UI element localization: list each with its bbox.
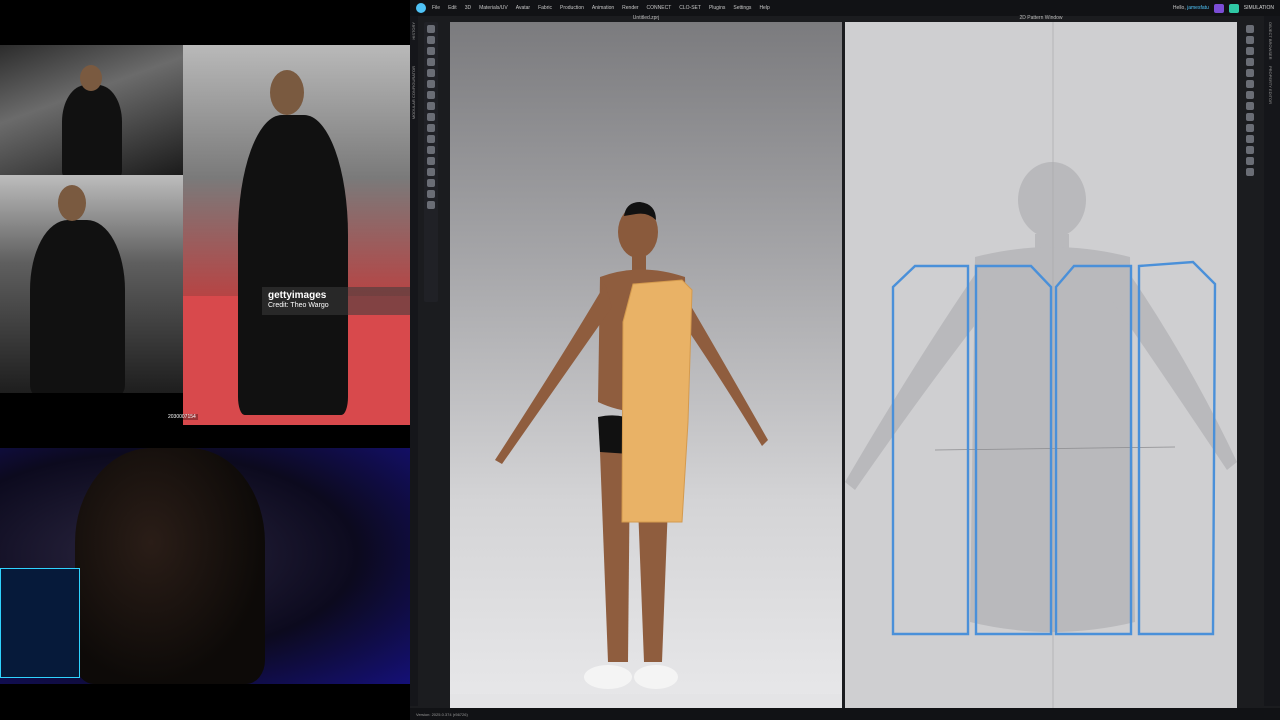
polygon-icon[interactable] — [427, 80, 435, 88]
user-greeting: Hello, jamesfatu — [1173, 5, 1209, 11]
menu-right: Hello, jamesfatu SIMULATION — [1173, 0, 1274, 16]
internal-line-icon[interactable] — [427, 113, 435, 121]
menu-production[interactable]: Production — [560, 5, 584, 11]
user-name[interactable]: jamesfatu — [1187, 5, 1209, 11]
reference-photo-red-carpet-3 — [0, 175, 183, 393]
menu-animation[interactable]: Animation — [592, 5, 614, 11]
transform-tool-icon[interactable] — [427, 36, 435, 44]
grading-icon[interactable] — [1246, 69, 1254, 77]
person-figure — [30, 220, 125, 393]
clo-set-icon[interactable] — [1228, 3, 1239, 13]
measure-icon[interactable] — [427, 201, 435, 209]
left-dock-strip: HISTORY MODULAR CONFIGURATOR — [410, 16, 418, 706]
sewing-icon[interactable] — [427, 124, 435, 132]
pattern-canvas — [845, 22, 1237, 708]
cut-icon[interactable] — [427, 69, 435, 77]
simulation-mode[interactable]: SIMULATION — [1244, 5, 1274, 11]
menu-fabric[interactable]: Fabric — [538, 5, 552, 11]
symmetry-icon[interactable] — [1246, 91, 1254, 99]
streamer-silhouette — [75, 448, 265, 684]
person-figure — [238, 115, 348, 415]
rectangle-icon[interactable] — [427, 91, 435, 99]
trim-icon[interactable] — [1246, 47, 1254, 55]
watermark-brand: gettyimages — [268, 290, 327, 301]
avatar-silhouette — [845, 162, 1237, 632]
3d-toolbar-left — [424, 22, 438, 302]
seam-allowance-icon[interactable] — [1246, 113, 1254, 121]
person-head — [80, 65, 102, 91]
menu-file[interactable]: File — [432, 5, 440, 11]
screen: gettyimages Credit: Theo Wargo 203000715… — [0, 0, 1280, 720]
property-editor-tab[interactable]: PROPERTY EDITOR — [1268, 66, 1273, 104]
version-text: Version: 2025.0.374 (r56726) — [416, 711, 468, 717]
app-logo-icon — [416, 3, 426, 13]
menu-materials-uv[interactable]: Materials/UV — [479, 5, 508, 11]
status-bar: Version: 2025.0.374 (r56726) — [410, 708, 1280, 720]
topstitch-icon[interactable] — [427, 190, 435, 198]
elastic-icon[interactable] — [1246, 135, 1254, 143]
right-toolbar — [1238, 22, 1262, 708]
fabric-icon[interactable] — [1246, 36, 1254, 44]
texture-icon[interactable] — [427, 157, 435, 165]
graphic-icon[interactable] — [1246, 58, 1254, 66]
ruler-icon[interactable] — [1246, 157, 1254, 165]
avatar-render — [495, 202, 768, 689]
person-head — [270, 70, 304, 115]
notch-icon[interactable] — [1246, 102, 1254, 110]
menu-avatar[interactable]: Avatar — [516, 5, 530, 11]
menu-plugins[interactable]: Plugins — [709, 5, 725, 11]
button-tool-icon[interactable] — [427, 168, 435, 176]
person-head — [58, 185, 86, 221]
fabric-panel-3d[interactable] — [621, 279, 693, 523]
binding-icon[interactable] — [1246, 146, 1254, 154]
menu-clo-set[interactable]: CLO-SET — [679, 5, 701, 11]
menu-edit[interactable]: Edit — [448, 5, 457, 11]
getty-watermark: gettyimages Credit: Theo Wargo — [262, 287, 414, 315]
viewport-title: Untitled.zprj — [632, 15, 660, 21]
menu-settings[interactable]: Settings — [733, 5, 751, 11]
object-browser-icon[interactable] — [1246, 25, 1254, 33]
reference-photo-red-carpet-2 — [183, 45, 415, 425]
menu-bar: File Edit 3D Materials/UV Avatar Fabric … — [410, 0, 1280, 16]
history-tab[interactable]: HISTORY — [411, 22, 416, 40]
connect-icon[interactable] — [1213, 3, 1224, 13]
edit-pattern-icon[interactable] — [427, 47, 435, 55]
zipper-icon[interactable] — [427, 179, 435, 187]
layer-icon[interactable] — [1246, 80, 1254, 88]
right-dock-strip: OBJECT BROWSER PROPERTY EDITOR — [1264, 16, 1280, 706]
greeting-prefix: Hello, — [1172, 5, 1188, 11]
segment-sewing-icon[interactable] — [427, 135, 435, 143]
select-tool-icon[interactable] — [427, 25, 435, 33]
menu-3d[interactable]: 3D — [465, 5, 471, 11]
text-icon[interactable] — [1246, 168, 1254, 176]
menu-render[interactable]: Render — [622, 5, 638, 11]
menu-connect[interactable]: CONNECT — [647, 5, 672, 11]
object-browser-tab[interactable]: OBJECT BROWSER — [1268, 22, 1273, 60]
photo-id: 2030007154 — [166, 414, 198, 420]
3d-viewport[interactable] — [450, 22, 842, 708]
person-figure — [62, 85, 122, 175]
pin-icon[interactable] — [427, 146, 435, 154]
pc-case — [0, 568, 80, 678]
reference-photo-red-carpet-1 — [0, 45, 183, 175]
circle-icon[interactable] — [427, 102, 435, 110]
modular-configurator-tab[interactable]: MODULAR CONFIGURATOR — [411, 66, 416, 119]
pleat-icon[interactable] — [1246, 124, 1254, 132]
watermark-credit: Credit: Theo Wargo — [268, 302, 329, 309]
menu-help[interactable]: Help — [759, 5, 769, 11]
pattern-window-title: 2D Pattern Window — [1019, 15, 1063, 21]
fold-icon[interactable] — [427, 58, 435, 66]
webcam-photo — [0, 448, 418, 684]
2d-pattern-window[interactable] — [845, 22, 1237, 708]
